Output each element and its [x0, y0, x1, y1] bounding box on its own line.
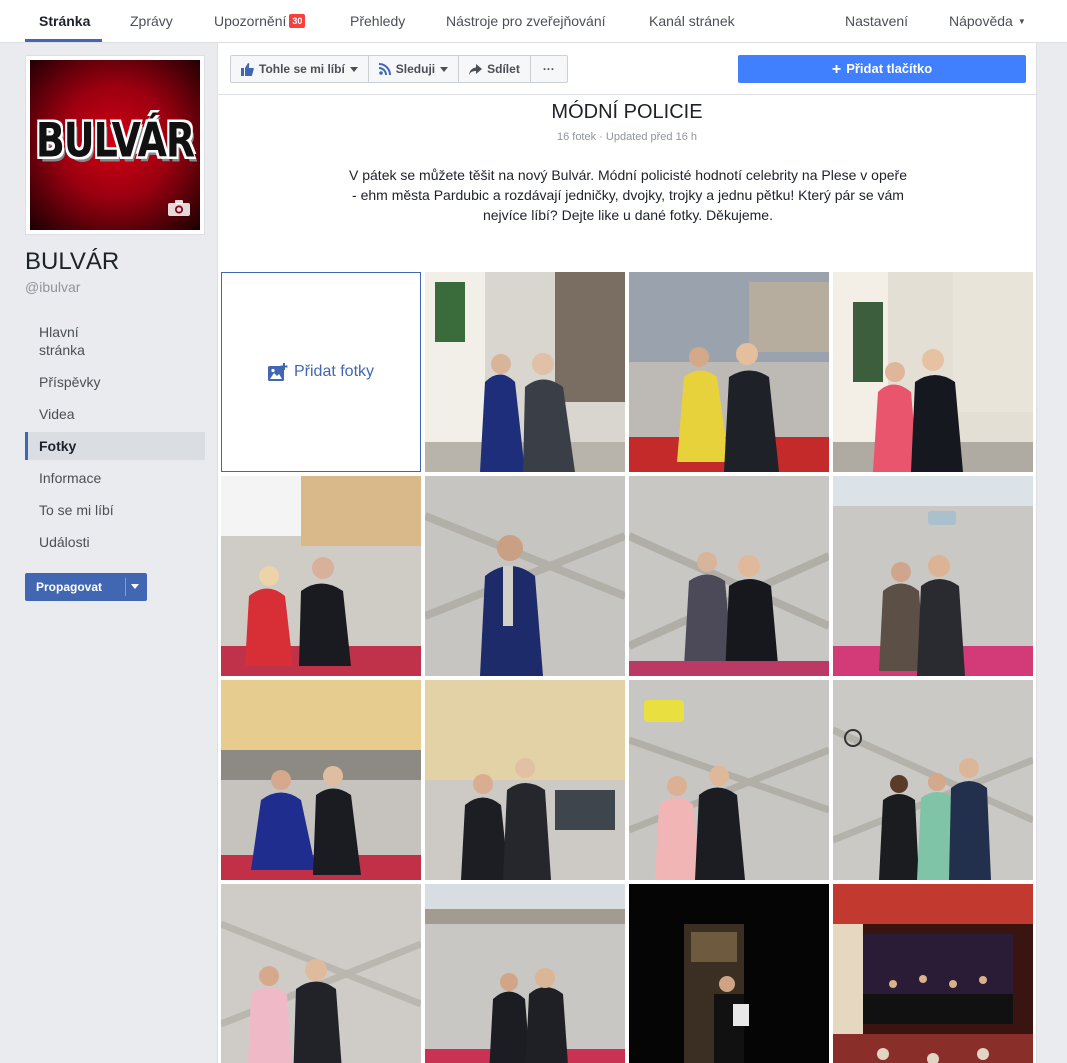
sidebar-nav: Hlavní stránka Příspěvky Videa Fotky Inf…: [25, 318, 205, 560]
promote-label: Propagovat: [36, 580, 103, 594]
caret-down-icon: [440, 66, 449, 72]
photo-image: [833, 476, 1033, 676]
logo-text: BULVÁR: [35, 112, 195, 168]
photo-thumbnail[interactable]: [425, 476, 625, 676]
active-tab-indicator: [25, 39, 102, 42]
photo-image: [221, 476, 421, 676]
add-photos-label: Přidat fotky: [293, 363, 375, 380]
tab-notifications-label: Upozornění: [214, 13, 287, 29]
photo-image: [629, 476, 829, 676]
photo-thumbnail[interactable]: [221, 680, 421, 880]
photo-image: [833, 272, 1033, 472]
thumbs-up-icon: [241, 62, 254, 76]
photo-thumbnail[interactable]: [833, 476, 1033, 676]
photo-thumbnail[interactable]: [833, 884, 1033, 1063]
photo-image: [629, 680, 829, 880]
photo-image: [221, 680, 421, 880]
photo-thumbnail[interactable]: [425, 272, 625, 472]
rss-icon: [378, 63, 391, 75]
add-photos-tile[interactable]: Přidat fotky: [221, 272, 421, 472]
add-button-label: Přidat tlačítko: [846, 61, 933, 76]
tab-messages[interactable]: Zprávy: [130, 0, 173, 43]
sidebar-item-home[interactable]: Hlavní stránka: [25, 318, 115, 364]
share-label: Sdílet: [487, 62, 520, 76]
plus-icon: +: [831, 61, 842, 78]
photo-thumbnail[interactable]: [833, 272, 1033, 472]
like-label: Tohle se mi líbí: [259, 62, 345, 76]
photo-thumbnail[interactable]: [629, 884, 829, 1063]
album-description: V pátek se můžete těšit na nový Bulvár. …: [349, 167, 907, 223]
photo-thumbnail[interactable]: [629, 476, 829, 676]
photo-thumbnail[interactable]: [221, 476, 421, 676]
share-arrow-icon: [469, 63, 483, 75]
photo-thumbnail[interactable]: [425, 884, 625, 1063]
share-button[interactable]: Sdílet: [459, 56, 531, 82]
photo-image: [425, 680, 625, 880]
photo-image: [425, 476, 625, 676]
tab-publishing-tools[interactable]: Nástroje pro zveřejňování: [446, 0, 606, 43]
photo-thumbnail[interactable]: [629, 680, 829, 880]
photo-image: [425, 884, 625, 1063]
photo-image: [629, 272, 829, 472]
photo-image: [833, 884, 1033, 1063]
promote-divider: [125, 578, 126, 596]
help-menu[interactable]: Nápověda ▼: [949, 0, 1026, 43]
action-bar: Tohle se mi líbí Sleduji Sdílet ··· + Při…: [218, 43, 1036, 95]
sidebar-item-posts[interactable]: Příspěvky: [25, 368, 205, 396]
photo-thumbnail[interactable]: [833, 680, 1033, 880]
tab-page[interactable]: Stránka: [39, 0, 90, 43]
photo-image: [629, 884, 829, 1063]
tab-notifications[interactable]: Upozornění 30: [214, 0, 306, 43]
like-button[interactable]: Tohle se mi líbí: [231, 56, 369, 82]
promote-button[interactable]: Propagovat: [25, 573, 147, 601]
follow-button[interactable]: Sleduji: [369, 56, 460, 82]
photo-thumbnail[interactable]: [629, 272, 829, 472]
notification-badge: 30: [289, 14, 306, 28]
page-handle[interactable]: @ibulvar: [25, 279, 80, 295]
album-meta: 16 fotek · Updated před 16 h: [556, 131, 698, 143]
sidebar-item-events[interactable]: Události: [25, 528, 205, 556]
profile-picture-image: BULVÁR: [30, 60, 200, 230]
tab-insights[interactable]: Přehledy: [350, 0, 405, 43]
photo-image: [833, 680, 1033, 880]
profile-picture[interactable]: BULVÁR: [25, 55, 205, 235]
photo-thumbnail[interactable]: [425, 680, 625, 880]
more-options-button[interactable]: ···: [531, 56, 567, 82]
follow-label: Sleduji: [395, 62, 436, 76]
caret-down-icon: ▼: [1017, 17, 1026, 26]
add-photo-icon: [267, 363, 288, 381]
chevron-down-icon[interactable]: [131, 584, 139, 589]
photo-thumbnail[interactable]: [221, 884, 421, 1063]
caret-down-icon: [349, 66, 358, 72]
album-title: MÓDNÍ POLICIE: [551, 101, 703, 123]
add-button[interactable]: + Přidat tlačítko: [738, 55, 1026, 83]
sidebar-item-likes[interactable]: To se mi líbí: [25, 496, 205, 524]
camera-icon[interactable]: [168, 200, 190, 216]
sidebar-item-photos[interactable]: Fotky: [25, 432, 205, 460]
help-label: Nápověda: [949, 13, 1013, 29]
top-nav: Stránka Zprávy Upozornění 30 Přehledy Nás…: [0, 0, 1067, 43]
more-icon: ···: [542, 62, 555, 76]
page-name[interactable]: BULVÁR: [25, 248, 119, 276]
page-actions: Tohle se mi líbí Sleduji Sdílet ···: [230, 55, 568, 83]
sidebar-item-videos[interactable]: Videa: [25, 400, 205, 428]
photo-image: [425, 272, 625, 472]
settings-link[interactable]: Nastavení: [845, 0, 908, 43]
tab-pages-feed[interactable]: Kanál stránek: [649, 0, 735, 43]
photo-image: [221, 884, 421, 1063]
sidebar-item-about[interactable]: Informace: [25, 464, 205, 492]
